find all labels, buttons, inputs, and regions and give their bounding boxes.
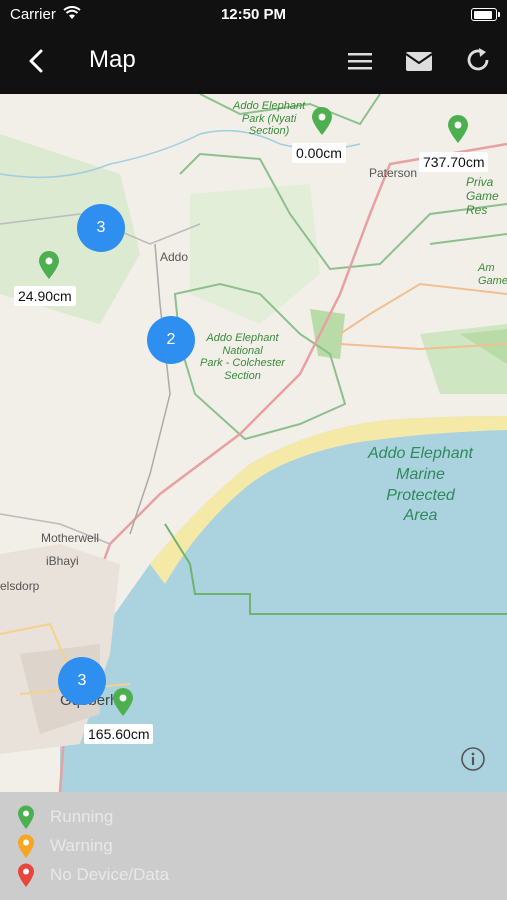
orange-pin-icon bbox=[18, 834, 34, 858]
legend-label: Running bbox=[50, 807, 114, 826]
park-label-ami: Am Game bbox=[478, 262, 507, 287]
green-pin-icon bbox=[18, 805, 34, 829]
park-label-line: Am bbox=[478, 262, 495, 274]
battery-icon bbox=[471, 8, 500, 21]
park-label-colchester: Addo Elephant National Park - Colchester… bbox=[200, 332, 285, 383]
legend-item-running: Running bbox=[16, 804, 113, 830]
info-icon[interactable] bbox=[460, 746, 486, 772]
marker-reading: 24.90cm bbox=[14, 286, 76, 306]
park-label-nyati: Addo Elephant Park (Nyati Section) bbox=[233, 100, 305, 138]
park-label-line: Park - Colchester bbox=[200, 357, 285, 370]
status-time: 12:50 PM bbox=[220, 6, 287, 23]
park-label-line: Protected bbox=[386, 486, 455, 504]
park-label-line: Addo Elephant bbox=[206, 332, 279, 344]
marker-reading: 737.70cm bbox=[419, 152, 489, 172]
legend-item-no-device: No Device/Data bbox=[16, 862, 169, 888]
park-label-line: Addo Elephant bbox=[233, 100, 306, 112]
place-label-motherwell: Motherwell bbox=[41, 531, 100, 545]
nav-bar: Map bbox=[0, 28, 507, 94]
menu-icon[interactable] bbox=[345, 46, 375, 76]
place-label-ibhayi: iBhayi bbox=[46, 554, 79, 568]
place-label-paterson: Paterson bbox=[369, 166, 418, 180]
cluster-marker[interactable]: 3 bbox=[77, 204, 125, 252]
park-label-line: Section bbox=[224, 369, 261, 382]
legend-label: Warning bbox=[50, 836, 113, 855]
status-bar: Carrier 12:50 PM bbox=[0, 0, 507, 28]
status-legend: Running Warning No Device/Data bbox=[0, 792, 507, 900]
place-label-elsdorp: elsdorp bbox=[0, 579, 40, 593]
map-pin-icon[interactable] bbox=[310, 106, 334, 136]
map-pin-icon[interactable] bbox=[37, 250, 61, 280]
map-pin-icon[interactable] bbox=[111, 687, 135, 717]
map-view[interactable]: Paterson Addo Motherwell iBhayi elsdorp … bbox=[0, 94, 507, 792]
park-label-line: Addo Elephant bbox=[368, 445, 473, 462]
refresh-icon[interactable] bbox=[463, 44, 493, 76]
page-title: Map bbox=[89, 46, 136, 73]
legend-label: No Device/Data bbox=[50, 865, 170, 884]
park-label-line: Marine bbox=[396, 465, 445, 483]
place-label-addo: Addo bbox=[160, 250, 189, 264]
park-label-private: Priva Game Res bbox=[466, 175, 507, 217]
marker-reading: 0.00cm bbox=[292, 143, 346, 163]
marker-reading: 165.60cm bbox=[84, 724, 154, 744]
park-label-line: Game bbox=[478, 274, 507, 287]
park-label-line: Area bbox=[403, 507, 438, 525]
park-label-line: Priva bbox=[466, 175, 494, 189]
park-label-marine: Addo Elephant Marine Protected Area bbox=[368, 444, 473, 527]
park-label-line: Game Res bbox=[466, 188, 499, 217]
back-chevron-icon[interactable] bbox=[20, 44, 54, 78]
park-label-line: Park (Nyati bbox=[241, 112, 297, 125]
park-label-line: Section) bbox=[248, 125, 290, 138]
cluster-marker[interactable]: 3 bbox=[58, 657, 106, 705]
mail-icon[interactable] bbox=[403, 46, 435, 76]
legend-item-warning: Warning bbox=[16, 833, 113, 859]
cluster-marker[interactable]: 2 bbox=[147, 316, 195, 364]
park-label-line: National bbox=[222, 344, 263, 357]
red-pin-icon bbox=[18, 863, 34, 887]
map-pin-icon[interactable] bbox=[446, 114, 470, 144]
